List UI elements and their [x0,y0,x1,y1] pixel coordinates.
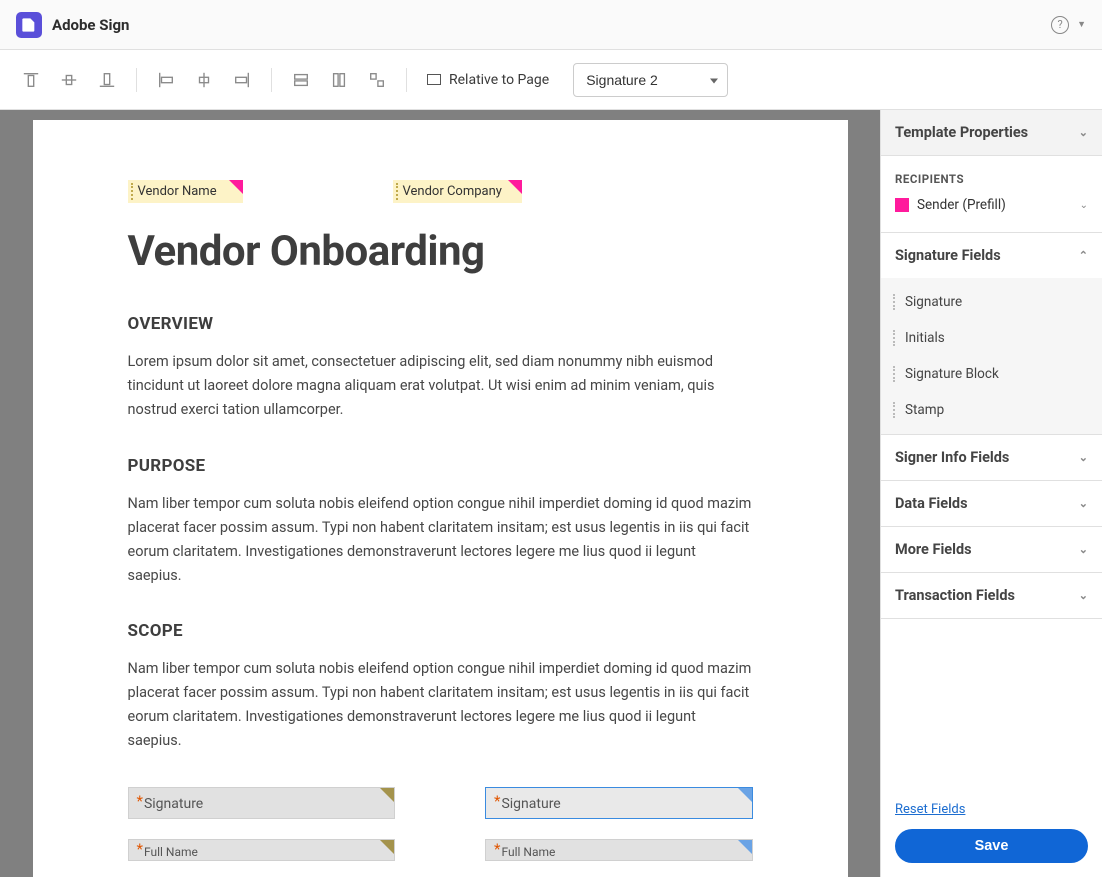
field-selector[interactable]: Signature 2 [573,63,728,97]
recipients-label: RECIPIENTS [895,172,1088,186]
name-row: *Full Name *Full Name [128,839,753,861]
transaction-fields-section: Transaction Fields ⌄ [881,573,1102,619]
data-fields-header[interactable]: Data Fields ⌄ [881,481,1102,526]
signature-field-1[interactable]: *Signature [128,787,396,819]
field-type-signature[interactable]: Signature [881,284,1102,320]
template-properties-section: Template Properties ⌄ [881,110,1102,156]
alignment-toolbar: Relative to Page Signature 2 [0,50,1102,110]
chevron-down-icon: ⌄ [1080,200,1088,211]
save-button[interactable]: Save [895,829,1088,863]
recipient-color-icon [895,198,909,212]
signature-fields-section: Signature Fields ⌃ Signature Initials Si… [881,233,1102,435]
panel-footer: Reset Fields Save [881,784,1102,877]
main-area: Vendor Name Vendor Company Vendor Onboar… [0,110,1102,877]
separator [406,68,407,92]
align-top-button[interactable] [16,65,46,95]
required-icon: * [137,840,143,858]
name-label: Full Name [144,845,198,859]
help-icon[interactable]: ? [1051,16,1069,34]
corner-icon [738,840,752,854]
signature-field-list: Signature Initials Signature Block Stamp [881,278,1102,434]
page-icon [427,74,441,85]
relative-label-text: Relative to Page [449,72,549,88]
data-fields-section: Data Fields ⌄ [881,481,1102,527]
properties-panel: Template Properties ⌄ RECIPIENTS Sender … [880,110,1102,877]
more-fields-section: More Fields ⌄ [881,527,1102,573]
required-icon: * [494,840,500,858]
required-icon: * [137,792,143,810]
tag-row: Vendor Name Vendor Company [128,180,753,227]
chevron-down-icon: ⌄ [1079,589,1088,602]
align-bottom-button[interactable] [92,65,122,95]
header-label: Data Fields [895,495,968,512]
reset-fields-link[interactable]: Reset Fields [895,802,965,817]
app-title: Adobe Sign [52,16,129,34]
transaction-fields-header[interactable]: Transaction Fields ⌄ [881,573,1102,618]
signer-info-section: Signer Info Fields ⌄ [881,435,1102,481]
header-label: Signer Info Fields [895,449,1009,466]
relative-to-page-toggle[interactable]: Relative to Page [427,72,549,88]
separator [136,68,137,92]
template-properties-header[interactable]: Template Properties ⌄ [881,110,1102,155]
header-label: More Fields [895,541,972,558]
match-height-button[interactable] [324,65,354,95]
document-page: Vendor Name Vendor Company Vendor Onboar… [33,120,848,877]
chevron-down-icon: ⌄ [1079,543,1088,556]
top-bar-right: ? ▼ [1051,16,1086,34]
help-dropdown-icon[interactable]: ▼ [1077,19,1086,30]
field-type-initials[interactable]: Initials [881,320,1102,356]
signer-info-header[interactable]: Signer Info Fields ⌄ [881,435,1102,480]
match-width-button[interactable] [286,65,316,95]
document-title: Vendor Onboarding [128,227,753,276]
more-fields-header[interactable]: More Fields ⌄ [881,527,1102,572]
sig-label: Signature [501,796,560,812]
vendor-name-field[interactable]: Vendor Name [128,180,243,203]
align-vcenter-button[interactable] [54,65,84,95]
purpose-body: Nam liber tempor cum soluta nobis eleife… [128,492,753,588]
align-hcenter-button[interactable] [189,65,219,95]
signature-fields-header[interactable]: Signature Fields ⌃ [881,233,1102,278]
corner-icon [738,788,752,802]
align-right-button[interactable] [227,65,257,95]
purpose-heading: PURPOSE [128,456,753,476]
vendor-company-field[interactable]: Vendor Company [393,180,522,203]
chevron-down-icon: ⌄ [1079,126,1088,139]
field-select-wrap: Signature 2 [573,63,728,97]
header-label: Template Properties [895,124,1028,141]
chevron-down-icon: ⌄ [1079,451,1088,464]
chevron-down-icon: ⌄ [1079,497,1088,510]
document-canvas[interactable]: Vendor Name Vendor Company Vendor Onboar… [0,110,880,877]
top-bar: Adobe Sign ? ▼ [0,0,1102,50]
signature-row: *Signature *Signature [128,787,753,819]
chevron-up-icon: ⌃ [1079,249,1088,262]
corner-icon [508,180,522,194]
recipient-name: Sender (Prefill) [917,196,1072,216]
field-type-signature-block[interactable]: Signature Block [881,356,1102,392]
fullname-field-2[interactable]: *Full Name [485,839,753,861]
header-label: Signature Fields [895,247,1001,264]
overview-heading: OVERVIEW [128,314,753,334]
match-size-button[interactable] [362,65,392,95]
tag-label: Vendor Name [138,184,217,199]
align-left-button[interactable] [151,65,181,95]
header-label: Transaction Fields [895,587,1015,604]
scope-heading: SCOPE [128,621,753,641]
app-icon [16,12,42,38]
recipient-row[interactable]: Sender (Prefill) ⌄ [895,196,1088,216]
sig-label: Signature [144,796,203,812]
corner-icon [229,180,243,194]
name-label: Full Name [501,845,555,859]
top-bar-left: Adobe Sign [16,12,129,38]
recipients-section: RECIPIENTS Sender (Prefill) ⌄ [881,156,1102,233]
signature-field-2[interactable]: *Signature [485,787,753,819]
scope-body: Nam liber tempor cum soluta nobis eleife… [128,657,753,753]
corner-icon [380,840,394,854]
field-type-stamp[interactable]: Stamp [881,392,1102,428]
separator [271,68,272,92]
overview-body: Lorem ipsum dolor sit amet, consectetuer… [128,350,753,422]
tag-label: Vendor Company [403,184,502,199]
required-icon: * [494,792,500,810]
fullname-field-1[interactable]: *Full Name [128,839,396,861]
corner-icon [380,788,394,802]
